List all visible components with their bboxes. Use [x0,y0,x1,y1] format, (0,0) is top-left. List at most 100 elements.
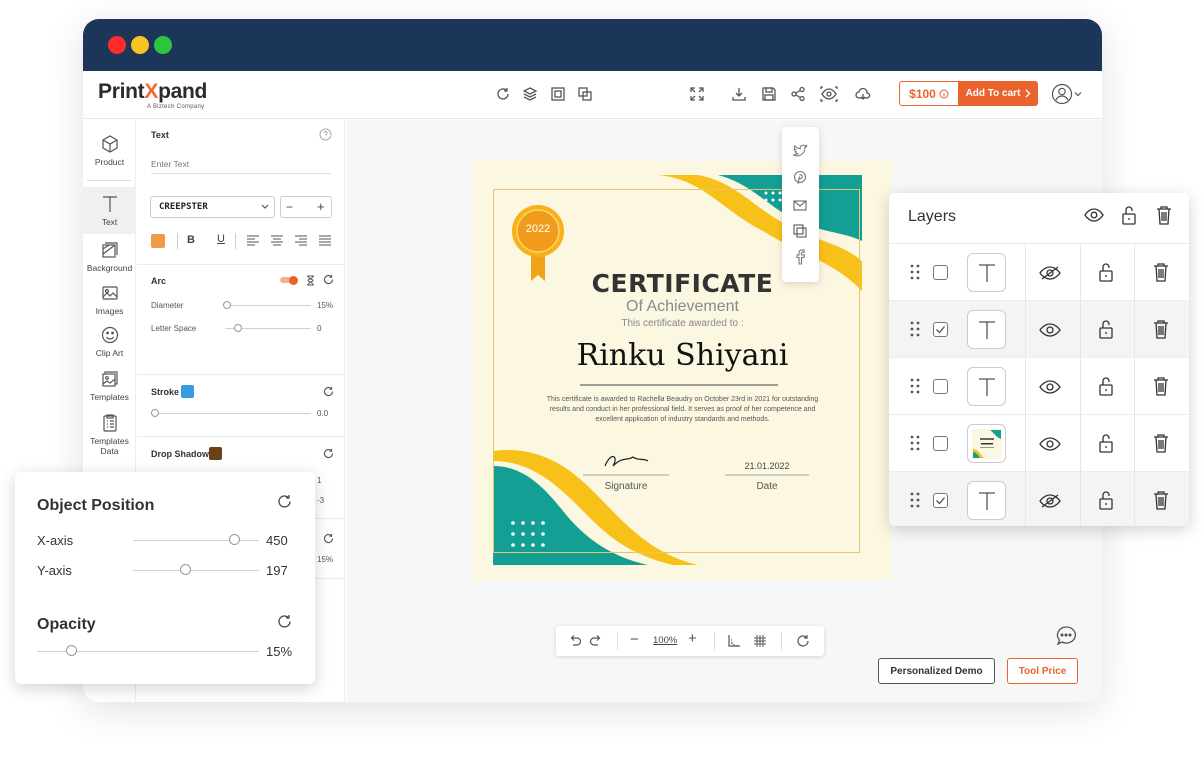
certificate-recipient-name[interactable]: Rinku Shiyani [473,338,892,373]
layer-checkbox[interactable] [933,493,948,508]
layer-row[interactable] [889,357,1189,415]
reset-opacity-icon[interactable] [277,614,292,629]
minus-icon[interactable]: − [286,200,293,214]
ruler-icon[interactable] [727,634,741,648]
email-icon[interactable] [792,197,808,213]
layer-checkbox[interactable] [933,265,948,280]
rail-item-background[interactable]: Background [83,240,136,273]
y-axis-slider[interactable] [133,570,259,571]
text-input[interactable] [151,154,331,174]
certificate-awarded-text[interactable]: This certificate awarded to : [473,318,892,329]
hourglass-icon[interactable] [305,275,316,286]
unlock-icon[interactable] [1098,319,1114,339]
layers-icon[interactable] [521,85,539,103]
certificate-design[interactable]: 2022 CERTIFICATE Of Achievement This cer… [473,161,892,580]
drag-handle-icon[interactable] [910,435,920,451]
underline-icon[interactable]: U [217,233,225,245]
rail-item-images[interactable]: Images [83,283,136,316]
reset-arc-icon[interactable] [323,274,334,285]
align-justify-icon[interactable] [319,235,331,246]
shadow-color-swatch[interactable] [209,447,222,460]
reset-icon[interactable] [323,533,334,544]
layer-checkbox[interactable] [933,322,948,337]
layer-thumbnail[interactable] [967,481,1006,520]
drag-handle-icon[interactable] [910,378,920,394]
layer-checkbox[interactable] [933,379,948,394]
eye-icon[interactable] [1039,436,1061,452]
x-axis-slider[interactable] [133,540,259,541]
drag-handle-icon[interactable] [910,264,920,280]
opacity-slider-knob[interactable] [66,645,77,656]
preview-icon[interactable] [820,85,838,103]
trash-icon[interactable] [1153,262,1169,282]
twitter-icon[interactable] [792,143,808,159]
reset-view-icon[interactable] [796,634,810,648]
layer-row[interactable] [889,471,1189,526]
certificate-title[interactable]: CERTIFICATE [473,269,892,298]
plus-icon[interactable]: + [317,199,325,214]
layer-thumbnail[interactable] [967,253,1006,292]
x-axis-slider-knob[interactable] [229,534,240,545]
unlock-icon[interactable] [1121,205,1137,225]
layer-thumbnail[interactable] [967,424,1006,463]
rail-item-product[interactable]: Product [83,134,136,167]
unlock-icon[interactable] [1098,433,1114,453]
eye-off-icon[interactable] [1039,265,1061,281]
rail-item-clip-art[interactable]: Clip Art [83,325,136,358]
rail-item-templates-data[interactable]: Templates Data [83,413,136,456]
zoom-level[interactable]: 100% [653,635,677,646]
add-to-cart-button[interactable]: Add To cart [959,81,1038,106]
user-account-menu[interactable] [1051,83,1085,105]
facebook-icon[interactable] [792,249,808,265]
save-icon[interactable] [760,85,778,103]
layer-row[interactable] [889,243,1189,301]
certificate-subtitle[interactable]: Of Achievement [473,298,892,316]
copy-link-icon[interactable] [792,223,808,239]
align-left-icon[interactable] [247,235,259,246]
zoom-out-icon[interactable]: − [630,631,639,648]
trash-icon[interactable] [1153,433,1169,453]
brand-logo[interactable]: PrintXpand [98,80,207,104]
redo-icon[interactable] [589,634,603,648]
layer-row[interactable] [889,414,1189,472]
stroke-slider[interactable] [153,413,311,414]
fullscreen-icon[interactable] [688,85,706,103]
layer-thumbnail[interactable] [967,367,1006,406]
drag-handle-icon[interactable] [910,321,920,337]
eye-off-icon[interactable] [1039,493,1061,509]
rail-item-text[interactable]: Text [83,187,136,234]
font-select[interactable]: CREEPSTER [150,196,275,218]
close-window-button[interactable] [108,36,126,54]
font-size-stepper[interactable]: − + [280,196,332,218]
maximize-window-button[interactable] [154,36,172,54]
refresh-icon[interactable] [494,85,512,103]
group-icon[interactable] [549,85,567,103]
trash-icon[interactable] [1156,205,1172,225]
reset-position-icon[interactable] [277,494,292,509]
arc-toggle[interactable] [280,275,298,285]
cloud-icon[interactable] [854,85,872,103]
reset-stroke-icon[interactable] [323,386,334,397]
bold-icon[interactable]: B [187,234,195,246]
personalized-demo-button[interactable]: Personalized Demo [878,658,995,684]
drag-handle-icon[interactable] [910,492,920,508]
undo-icon[interactable] [568,634,582,648]
minimize-window-button[interactable] [131,36,149,54]
pinterest-icon[interactable] [792,170,808,186]
download-icon[interactable] [730,85,748,103]
eye-icon[interactable] [1039,322,1061,338]
tool-price-button[interactable]: Tool Price [1007,658,1078,684]
layer-checkbox[interactable] [933,436,948,451]
letter-space-slider-knob[interactable] [234,324,242,332]
align-center-icon[interactable] [271,235,283,246]
layer-thumbnail[interactable] [967,310,1006,349]
certificate-date[interactable]: 21.01.2022 [725,461,809,471]
chat-icon[interactable] [1054,624,1078,648]
align-right-icon[interactable] [295,235,307,246]
y-axis-slider-knob[interactable] [180,564,191,575]
certificate-body[interactable]: This certificate is awarded to Rachella … [513,395,852,425]
trash-icon[interactable] [1153,319,1169,339]
text-color-swatch[interactable] [151,234,165,248]
help-icon[interactable] [319,128,332,141]
layer-row[interactable] [889,300,1189,358]
